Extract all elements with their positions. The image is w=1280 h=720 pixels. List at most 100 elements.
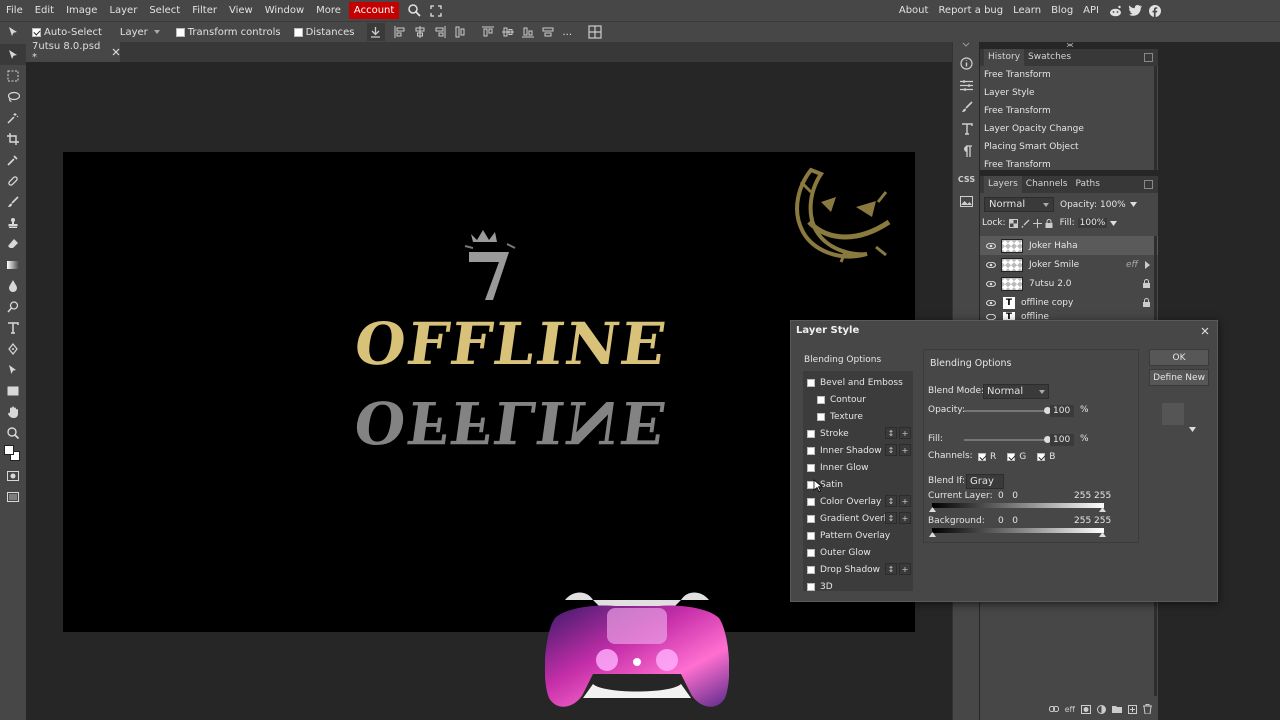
foreground-color-swatch[interactable]	[4, 445, 14, 455]
lock-transparent-icon[interactable]	[1008, 218, 1018, 228]
current-layer-left-handle[interactable]	[929, 507, 936, 512]
auto-select-checkbox[interactable]	[32, 27, 41, 37]
panel-collapse-icon[interactable]	[1066, 42, 1074, 48]
fullscreen-icon[interactable]	[427, 2, 445, 20]
link-blog[interactable]: Blog	[1046, 5, 1078, 16]
crop-tool-icon[interactable]	[0, 128, 26, 149]
quick-mask-icon[interactable]	[0, 465, 26, 486]
search-icon[interactable]	[405, 2, 423, 20]
fill-dropdown-icon[interactable]	[1110, 220, 1118, 226]
reorder-style-icon[interactable]: ↕	[885, 444, 897, 456]
blur-tool-icon[interactable]	[0, 275, 26, 296]
opacity-dropdown-icon[interactable]	[1129, 202, 1137, 207]
menu-image[interactable]: Image	[60, 0, 103, 21]
menu-view[interactable]: View	[223, 0, 259, 21]
zoom-tool-icon[interactable]	[0, 422, 26, 443]
tab-swatches[interactable]: Swatches	[1024, 49, 1075, 66]
document-canvas[interactable]: OFFLINE OFFLINE	[63, 152, 915, 632]
visibility-eye-icon[interactable]	[986, 242, 996, 249]
reorder-style-icon[interactable]: ↕	[885, 563, 897, 575]
gradient-tool-icon[interactable]	[0, 254, 26, 275]
layer-row[interactable]: Joker Smile eff	[980, 255, 1158, 274]
brush-tool-icon[interactable]	[0, 191, 26, 212]
fx-icon[interactable]: eff	[1065, 705, 1075, 714]
layer-style-item[interactable]: Texture	[803, 408, 913, 425]
visibility-eye-icon[interactable]	[986, 299, 996, 306]
transform-controls-checkbox[interactable]	[175, 27, 185, 37]
menu-select[interactable]: Select	[143, 0, 186, 21]
grid-icon[interactable]	[586, 23, 604, 41]
brush-settings-icon[interactable]	[953, 96, 980, 118]
menu-layer[interactable]: Layer	[103, 0, 143, 21]
delete-layer-icon[interactable]	[1143, 704, 1152, 714]
history-scrollbar[interactable]	[1154, 66, 1157, 170]
layer-style-item[interactable]: Gradient Overlay ↕ +	[803, 510, 913, 527]
distribute-h-icon[interactable]	[451, 23, 469, 41]
layer-style-checkbox[interactable]	[817, 412, 825, 421]
css-icon[interactable]: CSS	[953, 168, 980, 190]
visibility-eye-icon[interactable]	[986, 280, 996, 287]
facebook-icon[interactable]	[1146, 2, 1164, 20]
paragraph-icon[interactable]	[953, 140, 980, 162]
auto-select-target-dropdown[interactable]: Layer	[116, 26, 164, 39]
add-style-icon[interactable]: +	[899, 495, 911, 507]
dodge-tool-icon[interactable]	[0, 296, 26, 317]
color-swatches[interactable]	[0, 443, 26, 465]
close-dialog-icon[interactable]	[1201, 327, 1209, 335]
distances-checkbox[interactable]	[293, 27, 303, 37]
more-align-options[interactable]: ...	[563, 27, 573, 38]
align-download-icon[interactable]	[366, 23, 385, 41]
lock-pixels-icon[interactable]	[1021, 219, 1030, 228]
clone-stamp-icon[interactable]	[0, 212, 26, 233]
shape-tool-icon[interactable]	[0, 380, 26, 401]
history-item[interactable]: Free Transform	[980, 66, 1158, 84]
background-gradient-slider[interactable]	[932, 528, 1104, 533]
reorder-style-icon[interactable]: ↕	[885, 512, 897, 524]
image-icon[interactable]	[953, 190, 980, 212]
blending-options-item[interactable]: Blending Options	[803, 349, 913, 371]
history-item[interactable]: Free Transform	[980, 156, 1158, 174]
text-tool-icon[interactable]	[0, 317, 26, 338]
eyedropper-icon[interactable]	[0, 149, 26, 170]
distribute-v-icon[interactable]	[539, 23, 557, 41]
move-tool[interactable]	[0, 44, 26, 65]
lock-position-icon[interactable]	[1032, 218, 1042, 228]
add-style-icon[interactable]: +	[899, 512, 911, 524]
layer-style-checkbox[interactable]	[807, 497, 815, 506]
layer-row[interactable]: Joker Haha	[980, 236, 1158, 255]
info-icon[interactable]	[953, 52, 980, 74]
strip-collapse-handle[interactable]	[953, 42, 979, 52]
tab-layers[interactable]: Layers	[984, 176, 1022, 193]
reorder-style-icon[interactable]: ↕	[885, 427, 897, 439]
adjustment-icon[interactable]	[1097, 704, 1106, 714]
history-item[interactable]: Layer Opacity Change	[980, 120, 1158, 138]
link-about[interactable]: About	[894, 5, 934, 16]
blend-mode-dropdown[interactable]: Normal	[983, 384, 1049, 399]
layers-panel-menu-icon[interactable]	[1144, 180, 1153, 189]
history-item[interactable]: Free Transform	[980, 102, 1158, 120]
current-layer-gradient-slider[interactable]	[932, 503, 1104, 508]
align-top-icon[interactable]	[479, 23, 497, 41]
menu-file[interactable]: File	[0, 0, 29, 21]
expand-effects-icon[interactable]	[1145, 260, 1150, 269]
layer-style-item[interactable]: 3D	[803, 578, 913, 595]
channel-r-checkbox[interactable]	[978, 453, 986, 461]
layer-style-checkbox[interactable]	[807, 463, 815, 472]
magic-wand-icon[interactable]	[0, 107, 26, 128]
layer-style-checkbox[interactable]	[807, 565, 815, 574]
layer-style-item[interactable]: Drop Shadow ↕ +	[803, 561, 913, 578]
define-new-button[interactable]: Define New	[1149, 369, 1209, 386]
align-hcenter-icon[interactable]	[411, 23, 429, 41]
mask-icon[interactable]	[1081, 704, 1091, 714]
lasso-tool-icon[interactable]	[0, 86, 26, 107]
hand-tool-icon[interactable]	[0, 401, 26, 422]
history-panel-menu-icon[interactable]	[1144, 53, 1153, 62]
layer-style-item[interactable]: Inner Glow	[803, 459, 913, 476]
menu-window[interactable]: Window	[259, 0, 310, 21]
add-style-icon[interactable]: +	[899, 427, 911, 439]
align-vcenter-icon[interactable]	[499, 23, 517, 41]
tab-channels[interactable]: Channels	[1022, 176, 1072, 193]
layer-style-checkbox[interactable]	[807, 378, 815, 387]
twitter-icon[interactable]	[1126, 2, 1144, 20]
pen-tool-icon[interactable]	[0, 338, 26, 359]
